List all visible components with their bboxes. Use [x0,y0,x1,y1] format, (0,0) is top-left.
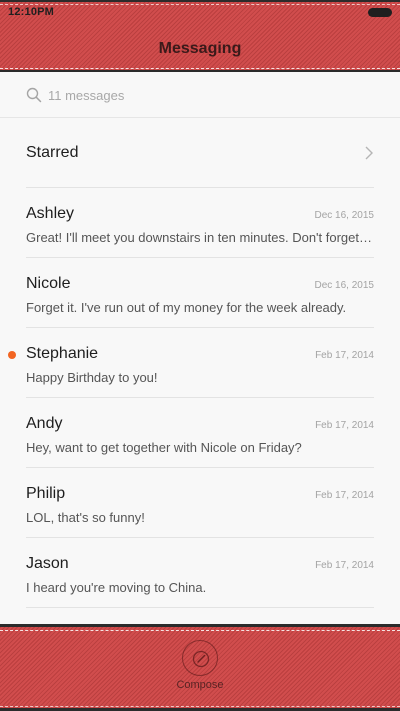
contact-name: Andy [26,415,63,432]
compose-icon [192,650,210,668]
contact-name: Nicole [26,275,71,292]
starred-row[interactable]: Starred [0,118,400,188]
message-date: Feb 17, 2014 [315,560,374,571]
app-header: 12:10PM Messaging [0,0,400,72]
conversation-row-andy[interactable]: Andy Feb 17, 2014 Hey, want to get toget… [0,398,400,468]
header-stitch-top [0,4,400,5]
compose-button[interactable] [182,640,218,676]
message-date: Feb 17, 2014 [315,420,374,431]
conversation-row-stephanie[interactable]: Stephanie Feb 17, 2014 Happy Birthday to… [0,328,400,398]
conversation-row-jason[interactable]: Jason Feb 17, 2014 I heard you're moving… [0,538,400,608]
message-date: Dec 16, 2015 [314,210,375,221]
unread-dot-icon [8,351,16,359]
row-divider [26,607,374,608]
footer-stitch-bottom [0,706,400,707]
search-icon [26,87,42,103]
footer-stitch-top [0,630,400,631]
message-preview: I heard you're moving to China. [26,580,207,595]
search-input[interactable] [48,84,368,106]
battery-icon [368,8,392,17]
starred-label: Starred [26,144,79,161]
contact-name: Stephanie [26,345,99,362]
message-date: Dec 16, 2015 [314,280,375,291]
message-date: Feb 17, 2014 [315,350,374,361]
page-title: Messaging [158,40,242,57]
conversation-row-philip[interactable]: Philip Feb 17, 2014 LOL, that's so funny… [0,468,400,538]
chevron-right-icon [364,145,374,161]
contact-name: Philip [26,485,66,502]
bottom-bar: Compose [0,624,400,711]
message-preview: Great! I'll meet you downstairs in ten m… [26,230,374,245]
compose-label[interactable]: Compose [0,679,400,691]
message-date: Feb 17, 2014 [315,490,374,501]
message-preview: Forget it. I've run out of my money for … [26,300,347,315]
conversation-row-nicole[interactable]: Nicole Dec 16, 2015 Forget it. I've run … [0,258,400,328]
message-preview: LOL, that's so funny! [26,510,145,525]
message-list-pane: Starred Ashley Dec 16, 2015 Great! I'll … [0,72,400,624]
conversation-row-ashley[interactable]: Ashley Dec 16, 2015 Great! I'll meet you… [0,188,400,258]
message-preview: Hey, want to get together with Nicole on… [26,440,302,455]
search-bar[interactable] [0,72,400,118]
message-preview: Happy Birthday to you! [26,370,158,385]
contact-name: Ashley [26,205,75,222]
header-stitch-bottom [0,68,400,69]
contact-name: Jason [26,555,69,572]
status-time: 12:10PM [8,6,55,18]
